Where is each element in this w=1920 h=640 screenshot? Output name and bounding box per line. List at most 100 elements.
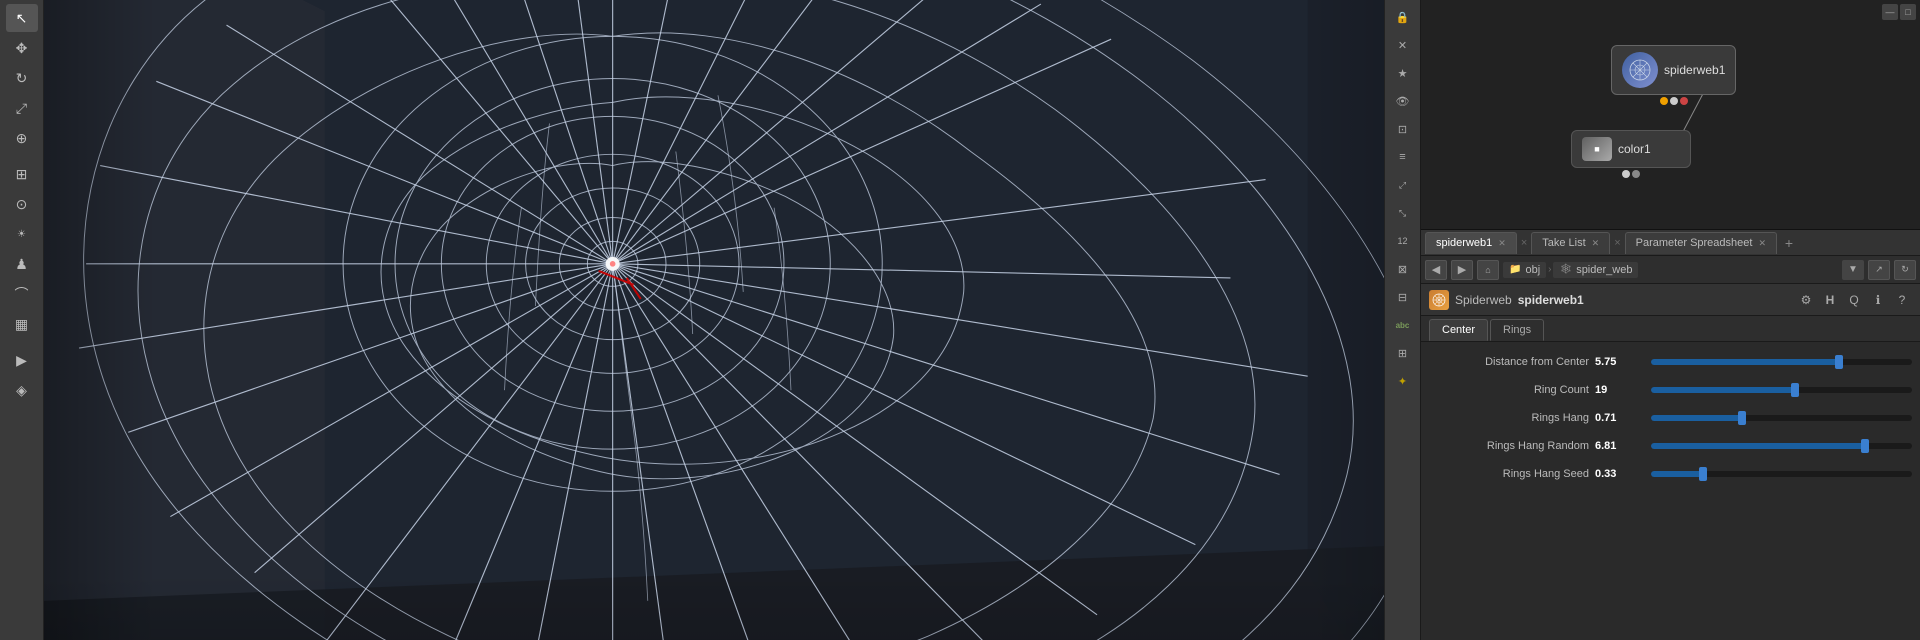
tab-take-list[interactable]: Take List ✕: [1531, 232, 1610, 254]
tab-param-spreadsheet-close[interactable]: ✕: [1758, 238, 1766, 249]
param-slider-ringshangrand[interactable]: [1651, 443, 1912, 449]
param-info-icon[interactable]: ℹ: [1868, 290, 1888, 310]
collapse-icon[interactable]: ⤡: [1389, 200, 1417, 226]
param-name-ringcount: Ring Count: [1429, 384, 1589, 396]
star-icon[interactable]: ✦: [1389, 368, 1417, 394]
breadcrumb-spider-web-label: spider_web: [1576, 264, 1632, 276]
param-slider-handle-ringshangseed[interactable]: [1699, 467, 1707, 481]
sub-tab-rings[interactable]: Rings: [1490, 319, 1544, 341]
tab-separator-1: ×: [1519, 237, 1529, 249]
move-icon[interactable]: ✥: [6, 34, 38, 62]
spiderweb1-label: spiderweb1: [1664, 63, 1725, 77]
param-node-name: spiderweb1: [1518, 293, 1584, 307]
param-node-icon: [1429, 290, 1449, 310]
minimize-button[interactable]: —: [1882, 4, 1898, 20]
param-node-type: Spiderweb: [1455, 293, 1512, 307]
sub-tab-center[interactable]: Center: [1429, 319, 1488, 341]
tab-take-list-close[interactable]: ✕: [1592, 238, 1600, 249]
maximize-button[interactable]: □: [1900, 4, 1916, 20]
tab-separator-2: ×: [1612, 237, 1622, 249]
abc-label: abc: [1389, 312, 1417, 338]
address-bar-right: ▼ ↗ ↻: [1842, 260, 1916, 280]
node-color1[interactable]: ■ color1: [1571, 130, 1691, 178]
param-slider-handle-distance[interactable]: [1835, 355, 1843, 369]
num12-icon[interactable]: 12: [1389, 228, 1417, 254]
param-value-ringcount[interactable]: 19: [1595, 384, 1645, 396]
param-slider-handle-ringshangrand[interactable]: [1861, 439, 1869, 453]
grid-icon[interactable]: ⊞: [1389, 340, 1417, 366]
snap-icon[interactable]: ⊟: [1389, 284, 1417, 310]
param-value-ringshang[interactable]: 0.71: [1595, 412, 1645, 424]
anim-icon[interactable]: ◈: [6, 376, 38, 404]
param-slider-fill-ringcount: [1651, 387, 1795, 393]
param-slider-distance[interactable]: [1651, 359, 1912, 365]
node-graph[interactable]: spiderweb1 ■ color1 — □: [1421, 0, 1920, 230]
right-panel: spiderweb1 ■ color1 — □: [1420, 0, 1920, 640]
breadcrumb: 📁 obj › 🕸 spider_web: [1503, 262, 1838, 278]
param-name-ringshangrand: Rings Hang Random: [1429, 440, 1589, 452]
node-connections-svg: [1421, 0, 1920, 229]
breadcrumb-sep: ›: [1548, 264, 1551, 275]
addr-refresh-button[interactable]: ↻: [1894, 260, 1916, 280]
param-search-icon[interactable]: Q: [1844, 290, 1864, 310]
scale-icon[interactable]: ⤢: [6, 94, 38, 122]
group-icon[interactable]: ⊞: [6, 160, 38, 188]
light-icon[interactable]: ☀: [6, 220, 38, 248]
camera-icon[interactable]: ⊙: [6, 190, 38, 218]
addr-dropdown-button[interactable]: ▼: [1842, 260, 1864, 280]
param-value-distance[interactable]: 5.75: [1595, 356, 1645, 368]
bookmark-icon[interactable]: ★: [1389, 60, 1417, 86]
param-value-ringshangseed[interactable]: 0.33: [1595, 468, 1645, 480]
render-icon[interactable]: ▶: [6, 346, 38, 374]
tab-take-list-label: Take List: [1542, 237, 1585, 249]
spiderweb1-indicators: [1660, 97, 1688, 105]
texture-icon[interactable]: ▦: [6, 310, 38, 338]
param-row-ringcount: Ring Count 19: [1421, 376, 1920, 404]
param-slider-fill-ringshangseed: [1651, 471, 1703, 477]
param-row-ringshangseed: Rings Hang Seed 0.33: [1421, 460, 1920, 488]
eye-icon[interactable]: 👁: [1389, 88, 1417, 114]
left-toolbar: ↖ ✥ ↻ ⤢ ⊕ ⊞ ⊙ ☀ ♟ ⌒ ▦ ▶ ◈: [0, 0, 44, 640]
select-icon[interactable]: ↖: [6, 4, 38, 32]
transform-icon[interactable]: ⊕: [6, 124, 38, 152]
layers-icon[interactable]: ≡: [1389, 144, 1417, 170]
viewport-canvas[interactable]: [44, 0, 1420, 640]
addr-right-button[interactable]: ↗: [1868, 260, 1890, 280]
param-slider-ringcount[interactable]: [1651, 387, 1912, 393]
breadcrumb-spider-web[interactable]: 🕸 spider_web: [1553, 262, 1638, 278]
figure-icon[interactable]: ♟: [6, 250, 38, 278]
obj-folder-icon: 📁: [1509, 264, 1521, 275]
spline-icon[interactable]: ⌒: [6, 280, 38, 308]
expand-icon[interactable]: ⤢: [1389, 172, 1417, 198]
param-slider-ringshang[interactable]: [1651, 415, 1912, 421]
param-slider-fill-ringshang: [1651, 415, 1742, 421]
lock-icon[interactable]: 🔒: [1389, 4, 1417, 30]
param-header: Spiderweb spiderweb1 ⚙ H Q ℹ ?: [1421, 284, 1920, 316]
camera2-icon[interactable]: ⊡: [1389, 116, 1417, 142]
back-button[interactable]: ◀: [1425, 260, 1447, 280]
indicator-dark: [1632, 170, 1640, 178]
home-button[interactable]: ⌂: [1477, 260, 1499, 280]
param-question-icon[interactable]: ?: [1892, 290, 1912, 310]
rotate-icon[interactable]: ↻: [6, 64, 38, 92]
node-spiderweb1[interactable]: spiderweb1: [1611, 45, 1736, 105]
tab-spiderweb1[interactable]: spiderweb1 ✕: [1425, 232, 1517, 254]
viewport: 🔒 ✕ ★ 👁 ⊡ ≡ ⤢ ⤡ 12 ⊠ ⊟ abc ⊞ ✦: [44, 0, 1420, 640]
param-slider-handle-ringshang[interactable]: [1738, 411, 1746, 425]
forward-button[interactable]: ▶: [1451, 260, 1473, 280]
tab-spiderweb1-close[interactable]: ✕: [1498, 238, 1506, 249]
param-slider-handle-ringcount[interactable]: [1791, 383, 1799, 397]
filter-icon[interactable]: ⊠: [1389, 256, 1417, 282]
address-bar: ◀ ▶ ⌂ 📁 obj › 🕸 spider_web ▼ ↗ ↻: [1421, 256, 1920, 284]
sub-tabs: Center Rings: [1421, 316, 1920, 342]
param-slider-ringshangseed[interactable]: [1651, 471, 1912, 477]
close-viewport-icon[interactable]: ✕: [1389, 32, 1417, 58]
tab-param-spreadsheet[interactable]: Parameter Spreadsheet ✕: [1625, 232, 1777, 254]
param-value-ringshangrand[interactable]: 6.81: [1595, 440, 1645, 452]
breadcrumb-obj[interactable]: 📁 obj: [1503, 262, 1546, 278]
tab-add-button[interactable]: +: [1779, 233, 1799, 253]
sub-tab-rings-label: Rings: [1503, 324, 1531, 336]
params-table: Distance from Center 5.75 Ring Count 19 …: [1421, 342, 1920, 640]
param-help-h-icon[interactable]: H: [1820, 290, 1840, 310]
param-settings-icon[interactable]: ⚙: [1796, 290, 1816, 310]
